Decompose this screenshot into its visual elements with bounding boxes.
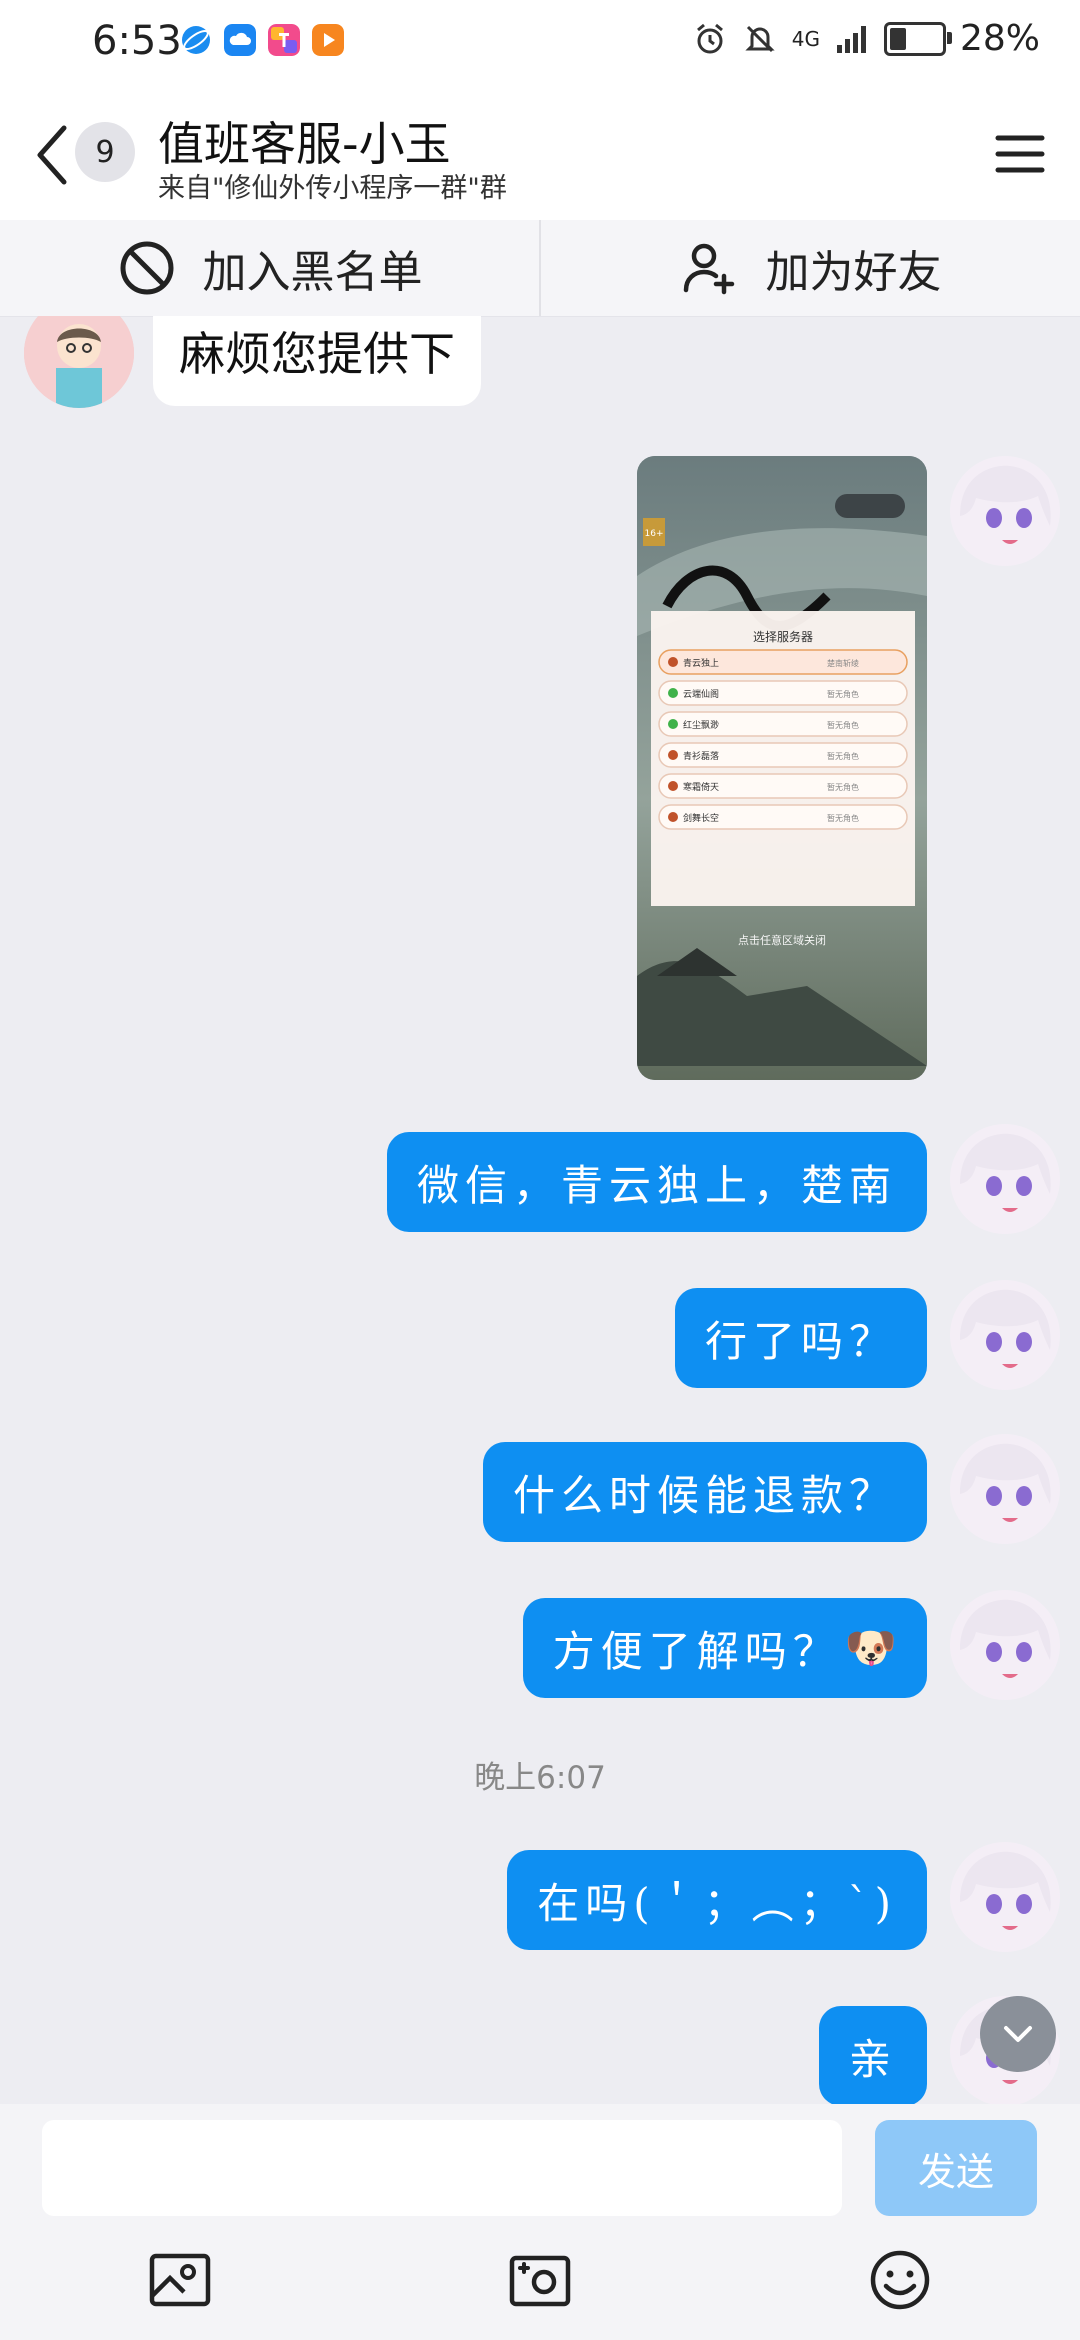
outgoing-message-bubble[interactable]: 什么时候能退款？ — [482, 1442, 927, 1542]
outgoing-message-bubble[interactable]: 微信，青云独上，楚南 — [386, 1132, 927, 1232]
message-input[interactable] — [42, 2120, 842, 2216]
image-icon[interactable] — [146, 2246, 214, 2314]
video-app-icon — [312, 24, 344, 56]
colorful-app-icon — [268, 24, 300, 56]
network-type-label: 4G — [791, 26, 820, 51]
server-name: 云端仙阁 — [683, 688, 719, 700]
chevron-down-icon — [1004, 2026, 1032, 2042]
server-name: 寒霜倚天 — [683, 781, 719, 793]
server-name: 青衫磊落 — [683, 750, 719, 762]
server-status-dot — [668, 688, 678, 698]
my-avatar[interactable] — [950, 1280, 1060, 1390]
status-bar: 6:53 4G 28% — [0, 0, 1080, 90]
message-text: 方便了解吗？ — [552, 1626, 841, 1676]
anime-avatar-icon — [950, 1434, 1060, 1544]
scroll-to-bottom-button[interactable] — [980, 1996, 1056, 2072]
outgoing-message-bubble[interactable]: 行了吗？ — [674, 1288, 927, 1388]
add-friend-label: 加为好友 — [765, 247, 942, 298]
contact-avatar[interactable] — [24, 316, 134, 408]
block-icon — [120, 241, 173, 295]
my-avatar[interactable] — [950, 1590, 1060, 1700]
outgoing-message-bubble[interactable]: 亲 — [818, 2006, 927, 2104]
message-text: 亲 — [848, 2034, 897, 2084]
hamburger-menu-icon[interactable] — [994, 128, 1046, 180]
my-avatar[interactable] — [950, 456, 1060, 566]
alarm-icon — [696, 23, 723, 53]
game-server-screenshot: 选择服务器 青云独上 楚南斩绫云端仙阁 暂无角色红尘飘渺 暂无角色青衫磊落 暂无角色寒霜… — [637, 456, 927, 1080]
add-friend-button[interactable]: 加为好友 — [539, 220, 1080, 316]
cloud-app-icon — [224, 24, 256, 56]
server-status-dot — [668, 812, 678, 822]
server-role: 暂无角色 — [827, 813, 859, 823]
unread-count-badge[interactable]: 9 — [75, 122, 135, 182]
block-button[interactable]: 加入黑名单 — [0, 220, 539, 316]
outgoing-message-bubble[interactable]: 方便了解吗？ 🐶 — [522, 1598, 927, 1698]
server-name: 青云独上 — [683, 657, 719, 669]
camera-icon[interactable] — [506, 2246, 574, 2314]
page-title: 值班客服-小玉 — [158, 117, 451, 171]
server-role: 暂无角色 — [827, 720, 859, 730]
message-timestamp: 晚上6:07 — [474, 1760, 606, 1796]
message-text: 麻烦您提供下 — [179, 327, 455, 381]
status-time: 6:53 — [92, 18, 182, 64]
server-role: 楚南斩绫 — [827, 658, 859, 668]
server-status-dot — [668, 781, 678, 791]
dog-emoji-icon: 🐶 — [844, 1623, 897, 1672]
girl-avatar-icon — [24, 316, 134, 408]
my-avatar[interactable] — [950, 1842, 1060, 1952]
screenshot-age-badge: 16+ — [645, 529, 664, 539]
message-text: 在吗(＇；︵；`) — [537, 1878, 897, 1928]
stranger-action-bar: 加入黑名单 加为好友 — [0, 220, 1080, 317]
my-avatar[interactable] — [950, 1124, 1060, 1234]
block-label: 加入黑名单 — [202, 247, 423, 298]
server-status-dot — [668, 657, 678, 667]
anime-avatar-icon — [950, 456, 1060, 566]
chat-header: 9 值班客服-小玉 来自"修仙外传小程序一群"群 — [0, 90, 1080, 220]
server-name: 红尘飘渺 — [683, 719, 719, 731]
anime-avatar-icon — [950, 1590, 1060, 1700]
battery-fill — [889, 27, 906, 50]
add-user-icon — [683, 243, 734, 295]
anime-avatar-icon — [950, 1124, 1060, 1234]
battery-percent: 28% — [959, 18, 1040, 59]
page-subtitle: 来自"修仙外传小程序一群"群 — [158, 173, 507, 204]
send-button[interactable]: 发送 — [875, 2120, 1037, 2216]
message-text: 微信，青云独上，楚南 — [416, 1160, 897, 1210]
emoji-icon[interactable] — [866, 2246, 934, 2314]
browser-app-icon — [182, 26, 210, 54]
anime-avatar-icon — [950, 1842, 1060, 1952]
outgoing-message-bubble[interactable]: 在吗(＇；︵；`) — [507, 1850, 927, 1950]
server-role: 暂无角色 — [827, 782, 859, 792]
chevron-left-icon[interactable] — [28, 122, 78, 188]
message-text: 什么时候能退款？ — [512, 1470, 897, 1520]
battery-icon — [883, 21, 952, 56]
input-bar: 发送 — [0, 2104, 1080, 2340]
my-avatar[interactable] — [950, 1434, 1060, 1544]
server-status-dot — [668, 750, 678, 760]
screenshot-dialog-title: 选择服务器 — [753, 629, 813, 644]
screenshot-image-message[interactable]: 选择服务器 青云独上 楚南斩绫 云端仙阁 暂无角色 红尘飘渺 暂无角色 青衫磊落 暂无角色 寒霜… — [637, 456, 927, 1080]
signal-icon — [836, 25, 866, 53]
screenshot-close-hint: 点击任意区域关闭 — [738, 933, 826, 947]
server-role: 暂无角色 — [827, 751, 859, 761]
server-role: 暂无角色 — [827, 689, 859, 699]
incoming-message-bubble[interactable]: 麻烦您提供下 — [153, 316, 481, 406]
anime-avatar-icon — [950, 1280, 1060, 1390]
message-list[interactable]: 麻烦您提供下 选择服务器 青云独上 楚南斩绫 云端仙阁 暂无角色 红尘飘渺 暂无角色 青衫磊… — [0, 316, 1080, 2104]
status-right-group: 4G 28% — [692, 18, 1040, 59]
server-status-dot — [668, 719, 678, 729]
mute-bell-icon — [745, 25, 775, 52]
server-name: 剑舞长空 — [683, 812, 719, 824]
status-app-icons — [180, 24, 344, 56]
message-text: 行了吗？ — [704, 1316, 897, 1366]
